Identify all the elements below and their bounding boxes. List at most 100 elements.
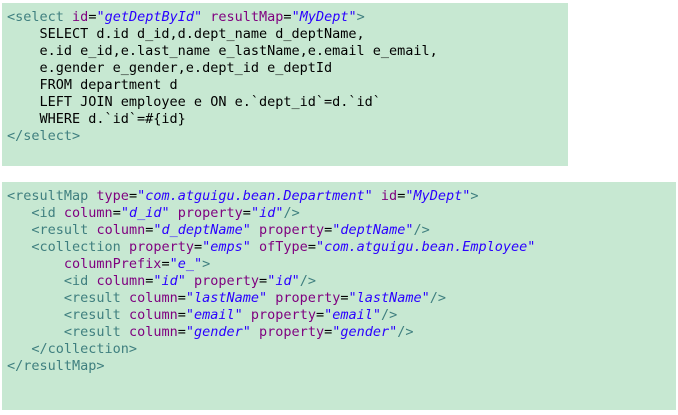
code-line: e.id e_id,e.last_name e_lastName,e.email… (7, 43, 568, 60)
code-line: SELECT d.id d_id,d.dept_name d_deptName, (7, 26, 568, 43)
code-text-token: LEFT JOIN employee e ON e.`dept_id`=d.`i… (7, 94, 381, 110)
code-text-token: e.gender e_gender,e.dept_id e_deptId (7, 60, 333, 76)
xml-attribute-token: property (259, 222, 325, 238)
xml-value-token: "id" (267, 273, 300, 289)
select-statement-block: <select id="getDeptById" resultMap="MyDe… (2, 3, 568, 166)
code-line: <id column="d_id" property="id"/> (7, 205, 676, 222)
xml-tag-token: /> (299, 273, 316, 289)
xml-tag-token: /> (381, 307, 398, 323)
xml-tag-token: <result (31, 222, 89, 238)
xml-attribute-token: column (128, 324, 178, 340)
code-line: <select id="getDeptById" resultMap="MyDe… (7, 9, 568, 26)
equals-token: = (315, 307, 325, 323)
equals-token: = (128, 188, 138, 204)
xml-value-token: "gender" (332, 324, 398, 340)
equals-token: = (112, 205, 121, 221)
xml-attribute-token: column (96, 222, 146, 238)
xml-tag-token: /> (283, 205, 300, 221)
xml-value-token: "id" (153, 273, 186, 289)
code-line: <result column="lastName" property="last… (7, 290, 676, 307)
equals-token: = (307, 239, 316, 255)
xml-attribute-token: property (128, 239, 194, 255)
xml-tag-token: <collection (31, 239, 121, 255)
xml-value-token: "lastName" (185, 290, 268, 306)
xml-value-token: "email" (185, 307, 243, 323)
xml-value-token: "id" (250, 205, 284, 221)
xml-tag-token: </collection> (31, 341, 138, 357)
xml-attribute-token: property (250, 307, 316, 323)
xml-attribute-token: column (96, 273, 146, 289)
equals-token: = (324, 324, 333, 340)
code-text-token: WHERE d.`id`=#{id} (7, 111, 186, 127)
code-line: WHERE d.`id`=#{id} (7, 111, 568, 128)
code-line: <result column="email" property="email"/… (7, 307, 676, 324)
xml-value-token: "gender" (185, 324, 251, 340)
xml-value-token: "d_deptName" (153, 222, 251, 238)
xml-attribute-token: column (128, 307, 178, 323)
code-line: </select> (7, 128, 568, 145)
equals-token: = (242, 205, 251, 221)
xml-attribute-token: resultMap (210, 9, 284, 25)
result-map-block: <resultMap type="com.atguigu.bean.Depart… (2, 182, 676, 410)
xml-attribute-token: property (259, 324, 325, 340)
equals-token: = (259, 273, 268, 289)
xml-value-token: "com.atguigu.bean.Department" (137, 188, 373, 204)
xml-value-token: "emps" (202, 239, 251, 255)
code-line: columnPrefix="e_"> (7, 256, 676, 273)
code-line: FROM department d (7, 77, 568, 94)
xml-tag-token: <select (7, 9, 64, 25)
xml-value-token: "getDeptById" (96, 9, 203, 25)
xml-value-token: "MyDept" (291, 9, 357, 25)
xml-tag-token: <result (63, 324, 121, 340)
xml-attribute-token: id (380, 188, 398, 204)
code-text-token: FROM department d (7, 77, 178, 93)
code-text-token: SELECT d.id d_id,d.dept_name d_deptName, (7, 26, 365, 42)
code-line: <result column="d_deptName" property="de… (7, 222, 676, 239)
code-line: <collection property="emps" ofType="com.… (7, 239, 676, 256)
xml-attribute-token: columnPrefix (63, 256, 162, 272)
xml-value-token: "deptName" (332, 222, 414, 238)
xml-attribute-token: property (275, 290, 341, 306)
equals-token: = (177, 307, 186, 323)
xml-tag-token: <result (63, 290, 121, 306)
xml-value-token: "email" (324, 307, 381, 323)
xml-value-token: "MyDept" (405, 188, 471, 204)
xml-attribute-token: id (72, 9, 89, 25)
code-line: <resultMap type="com.atguigu.bean.Depart… (7, 188, 676, 205)
xml-tag-token: </resultMap> (7, 358, 105, 374)
xml-tag-token: </select> (7, 128, 81, 144)
xml-value-token: "com.atguigu.bean.Employee" (315, 239, 536, 255)
xml-value-token: "lastName" (348, 290, 430, 306)
equals-token: = (161, 256, 170, 272)
equals-token: = (324, 222, 333, 238)
xml-tag-token: <resultMap (7, 188, 89, 204)
equals-token: = (177, 290, 186, 306)
code-line: </collection> (7, 341, 676, 358)
xml-value-token: "e_" (169, 256, 203, 272)
xml-tag-token: > (356, 9, 365, 25)
xml-tag-token: > (202, 256, 211, 272)
code-line: </resultMap> (7, 358, 676, 375)
code-line: <result column="gender" property="gender… (7, 324, 676, 341)
xml-tag-token: /> (413, 222, 430, 238)
xml-attribute-token: column (63, 205, 113, 221)
